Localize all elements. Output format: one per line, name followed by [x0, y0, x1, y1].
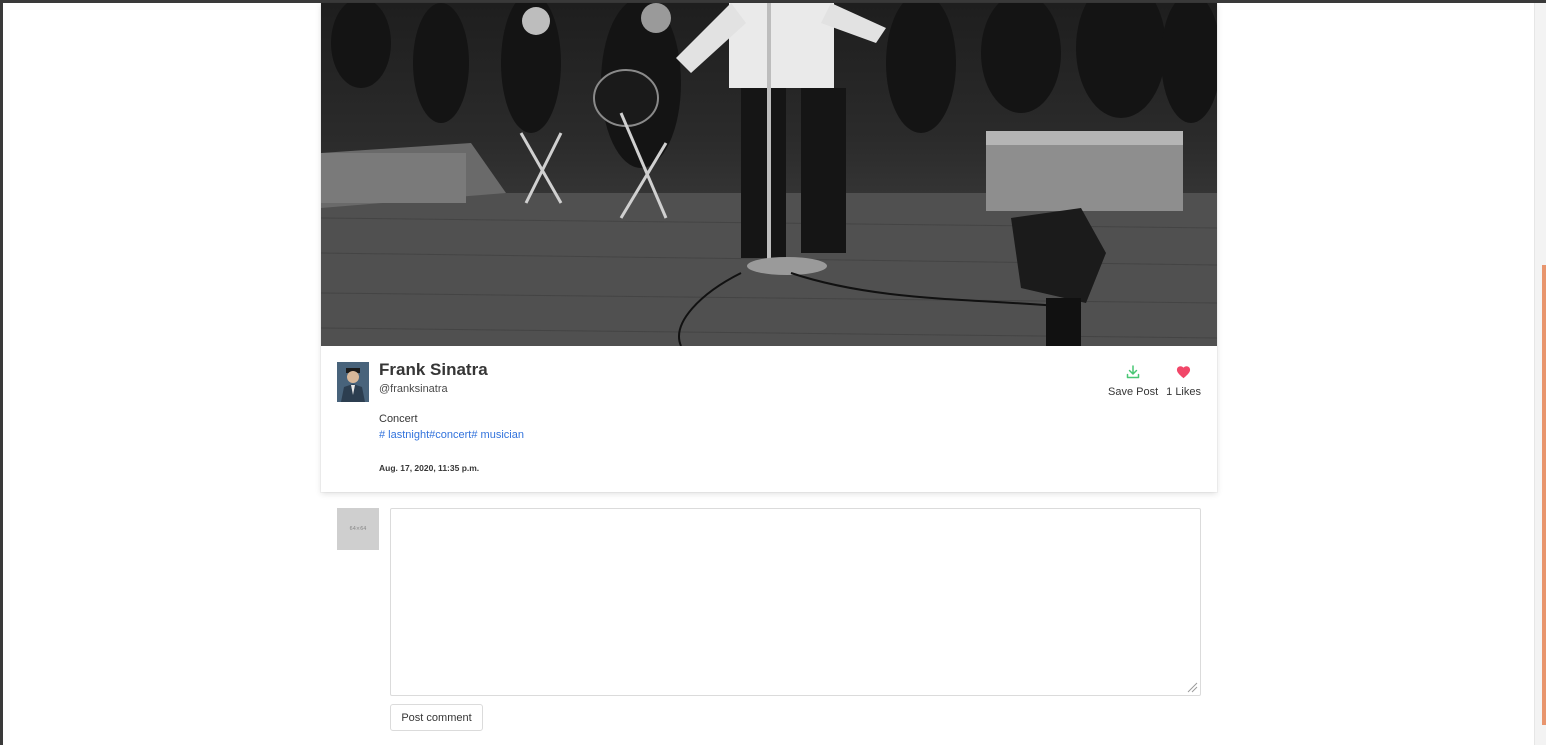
save-post-label: Save Post	[1108, 386, 1159, 398]
comment-avatar-placeholder: 64×64	[337, 508, 379, 550]
likes-count: 1 Likes	[1166, 386, 1201, 398]
tag-link[interactable]: # lastnight	[379, 429, 429, 441]
post-photo[interactable]	[321, 3, 1217, 346]
post-card: Frank Sinatra @franksinatra Save Post 1 …	[321, 3, 1217, 492]
scrollbar-track[interactable]	[1534, 3, 1546, 745]
scrollbar-thumb[interactable]	[1542, 265, 1546, 725]
author-avatar[interactable]	[337, 362, 369, 402]
like-button[interactable]: 1 Likes	[1166, 362, 1201, 398]
author-name[interactable]: Frank Sinatra	[379, 360, 488, 380]
post-tags: # lastnight#concert# musician	[379, 429, 524, 441]
post-caption: Concert	[379, 413, 418, 425]
tag-link[interactable]: #concert	[429, 429, 471, 441]
author-handle[interactable]: @franksinatra	[379, 383, 448, 395]
avatar-placeholder-text: 64×64	[349, 526, 367, 532]
post-comment-button[interactable]: Post comment	[390, 704, 483, 731]
save-post-button[interactable]: Save Post	[1108, 362, 1158, 398]
post-actions: Save Post 1 Likes	[1108, 362, 1201, 398]
download-icon	[1126, 362, 1140, 382]
tag-link[interactable]: # musician	[471, 429, 524, 441]
heart-icon	[1176, 362, 1191, 382]
post-timestamp: Aug. 17, 2020, 11:35 p.m.	[379, 463, 480, 473]
resize-handle-icon[interactable]	[1187, 682, 1198, 693]
comment-textarea[interactable]	[390, 508, 1201, 696]
